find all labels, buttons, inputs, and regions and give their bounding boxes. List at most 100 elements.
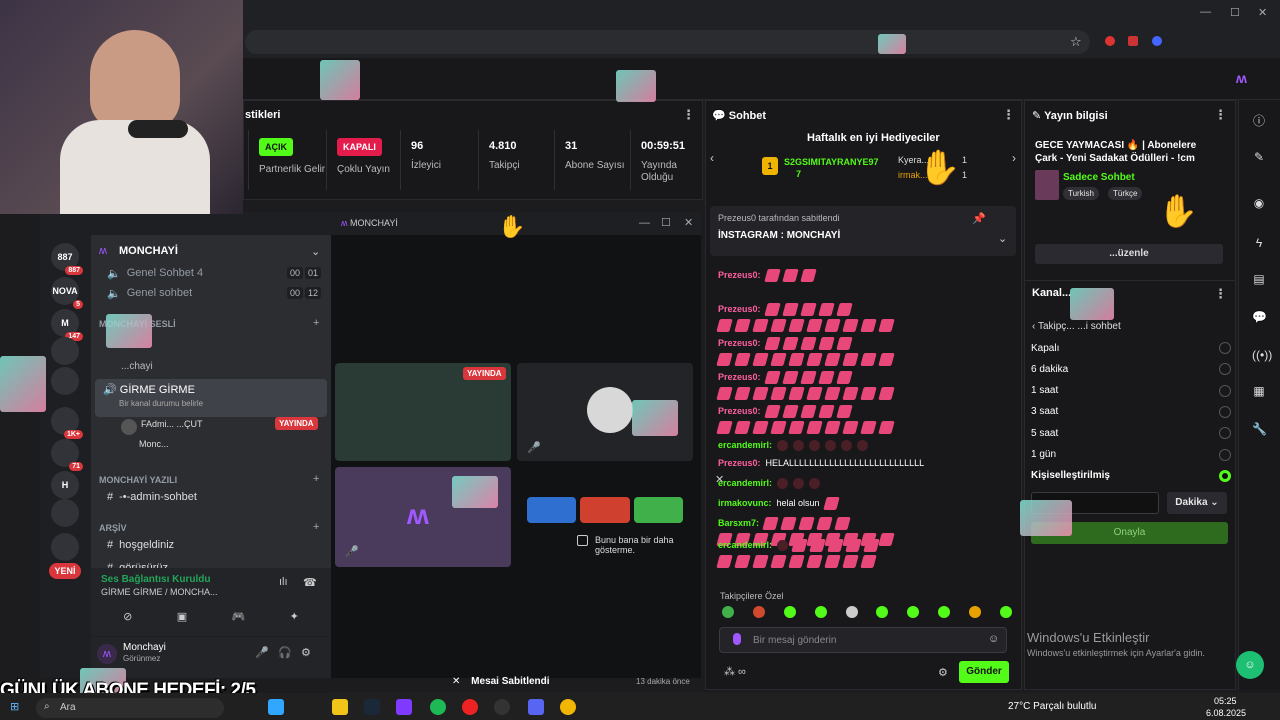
broadcast-icon[interactable]: ((•)) [1252, 348, 1272, 362]
emote[interactable] [999, 606, 1012, 618]
chat-message[interactable]: Prezeus0: HELALLLLLLLLLLLLLLLLLLLLLLLLLLL [718, 455, 1018, 471]
server-icon[interactable]: NOVA 5 [51, 277, 83, 309]
chevron-right-icon[interactable]: › [1012, 151, 1016, 165]
dont-show-checkbox[interactable] [577, 535, 588, 546]
activity-thumb[interactable] [580, 497, 630, 523]
emote[interactable] [938, 606, 951, 618]
emote[interactable] [845, 606, 858, 618]
minimize-icon[interactable]: — [639, 217, 650, 229]
steam-icon[interactable] [364, 699, 380, 715]
premiere-icon[interactable] [396, 699, 412, 715]
chat-message[interactable]: Prezeus0: [716, 335, 1018, 367]
back-button[interactable]: ‹ Takipç... ...i sohbet [1032, 321, 1121, 332]
chat-mode-option[interactable]: 1 saat [1031, 381, 1231, 401]
chat-username[interactable]: Prezeus0: [718, 458, 761, 468]
more-icon[interactable]: ⋮ [1214, 286, 1227, 302]
radio[interactable] [1219, 384, 1231, 397]
chat-username[interactable]: Prezeus0: [718, 406, 761, 416]
emoji-icon[interactable]: ☺ [988, 633, 999, 645]
close-icon[interactable]: ✕ [715, 473, 724, 486]
info-icon[interactable]: ⓘ [1252, 112, 1266, 128]
gear-icon[interactable]: ⚙ [938, 666, 948, 679]
emote[interactable] [722, 606, 734, 618]
radio[interactable] [1219, 405, 1231, 418]
category-name[interactable]: Sadece Sohbet [1063, 172, 1135, 183]
chat-message[interactable]: Prezeus0: [716, 369, 1018, 401]
voice-user[interactable]: ...chayi [121, 361, 153, 372]
extension-icon[interactable] [1152, 36, 1162, 46]
wrench-icon[interactable]: 🔧 [1252, 422, 1267, 436]
server-icon[interactable] [51, 499, 79, 527]
chat-icon[interactable]: 💬 [1252, 310, 1267, 324]
star-icon[interactable]: ☆ [1070, 34, 1082, 50]
category-text[interactable]: MONCHAYİ YAZILI [99, 475, 177, 485]
chat-username[interactable]: ercandemirl: [718, 540, 772, 550]
chat-message[interactable]: Prezeus0: [718, 267, 1018, 283]
chevron-down-icon[interactable]: ⌄ [311, 245, 320, 258]
activity-icon[interactable]: 🎮 [232, 610, 246, 623]
obs-icon[interactable] [494, 699, 510, 715]
maximize-icon[interactable]: ☐ [1230, 6, 1240, 19]
emote[interactable] [752, 606, 765, 618]
chat-mode-option[interactable]: 6 dakika [1031, 359, 1231, 379]
chat-tools-icon[interactable]: ⁂ ∞ [724, 665, 746, 678]
grid-icon[interactable]: ▦ [1252, 384, 1266, 398]
voice-status[interactable]: Ses Bağlantısı Kuruldu [101, 574, 210, 585]
chat-message[interactable]: ercandemirl: [716, 537, 1018, 569]
photoshop-icon[interactable] [268, 699, 284, 715]
text-channel[interactable]: # hoşgeldiniz [99, 535, 323, 555]
voice-user[interactable]: FAdmi... ...ÇUT [141, 419, 203, 429]
activity-thumb[interactable] [527, 497, 577, 523]
opera-icon[interactable] [462, 699, 478, 715]
discord-icon[interactable] [528, 699, 544, 715]
chat-username[interactable]: Barsxm7: [718, 518, 759, 528]
server-icon[interactable]: M 147 [51, 309, 83, 341]
server-icon[interactable]: YENİ [49, 563, 81, 579]
close-icon[interactable]: ✕ [1258, 6, 1267, 19]
chat-message[interactable]: ercandemirl: [718, 475, 1018, 491]
add-icon[interactable]: + [313, 317, 319, 329]
mic-icon[interactable] [733, 633, 741, 645]
chat-username[interactable]: irmakovunc: [718, 498, 772, 508]
category-archive[interactable]: ARŞİV [99, 523, 127, 533]
send-button[interactable]: Gönder [959, 661, 1009, 683]
chat-mode-option[interactable]: 3 saat [1031, 402, 1231, 422]
more-icon[interactable]: ⋮ [682, 107, 695, 123]
me-name[interactable]: Monchayi [123, 642, 166, 653]
chat-username[interactable]: Prezeus0: [718, 304, 761, 314]
edit-icon[interactable]: ✎ [1252, 150, 1266, 164]
server-icon[interactable] [51, 367, 79, 395]
waveform-icon[interactable]: ılı [279, 576, 288, 588]
unit-select[interactable]: Dakika ⌄ [1167, 492, 1227, 514]
server-icon[interactable]: H [51, 471, 79, 499]
radio[interactable] [1219, 448, 1231, 461]
clock-date[interactable]: 6.08.2025 [1206, 708, 1246, 718]
server-name[interactable]: MONCHAYİ [119, 245, 178, 257]
chat-mode-option[interactable]: Kapalı [1031, 338, 1231, 358]
clock-time[interactable]: 05:25 [1214, 696, 1237, 706]
edit-button[interactable]: ...üzenle [1035, 244, 1223, 264]
activity-thumb[interactable] [633, 497, 683, 523]
spotify-icon[interactable] [430, 699, 446, 715]
chat-username[interactable]: ercandemirl: [718, 440, 772, 450]
server-icon[interactable]: 887 887 [51, 243, 83, 275]
document-icon[interactable]: ▤ [1252, 272, 1266, 286]
chevron-down-icon[interactable]: ⌄ [998, 232, 1007, 245]
server-icon[interactable]: 1K+ [51, 407, 83, 439]
screen-share-icon[interactable]: ▣ [177, 610, 187, 623]
avatar[interactable]: ʍ [97, 644, 117, 664]
voice-location[interactable]: GİRME GİRME / MONCHA... [101, 587, 218, 597]
camera-icon[interactable]: ◉ [1252, 196, 1266, 210]
more-icon[interactable]: ⋮ [1214, 107, 1227, 123]
radio[interactable] [1219, 469, 1231, 482]
emote[interactable] [969, 606, 981, 618]
chat-username[interactable]: ercandemirl: [718, 478, 772, 488]
server-icon[interactable] [51, 533, 79, 561]
maximize-icon[interactable]: ☐ [661, 216, 671, 229]
lightning-icon[interactable]: ϟ [1252, 236, 1266, 250]
radio[interactable] [1219, 363, 1231, 376]
extension-icon[interactable] [1105, 36, 1115, 46]
chat-message[interactable]: Prezeus0: [716, 301, 1018, 333]
radio[interactable] [1219, 342, 1231, 354]
chat-mode-option[interactable]: 1 gün [1031, 445, 1231, 465]
